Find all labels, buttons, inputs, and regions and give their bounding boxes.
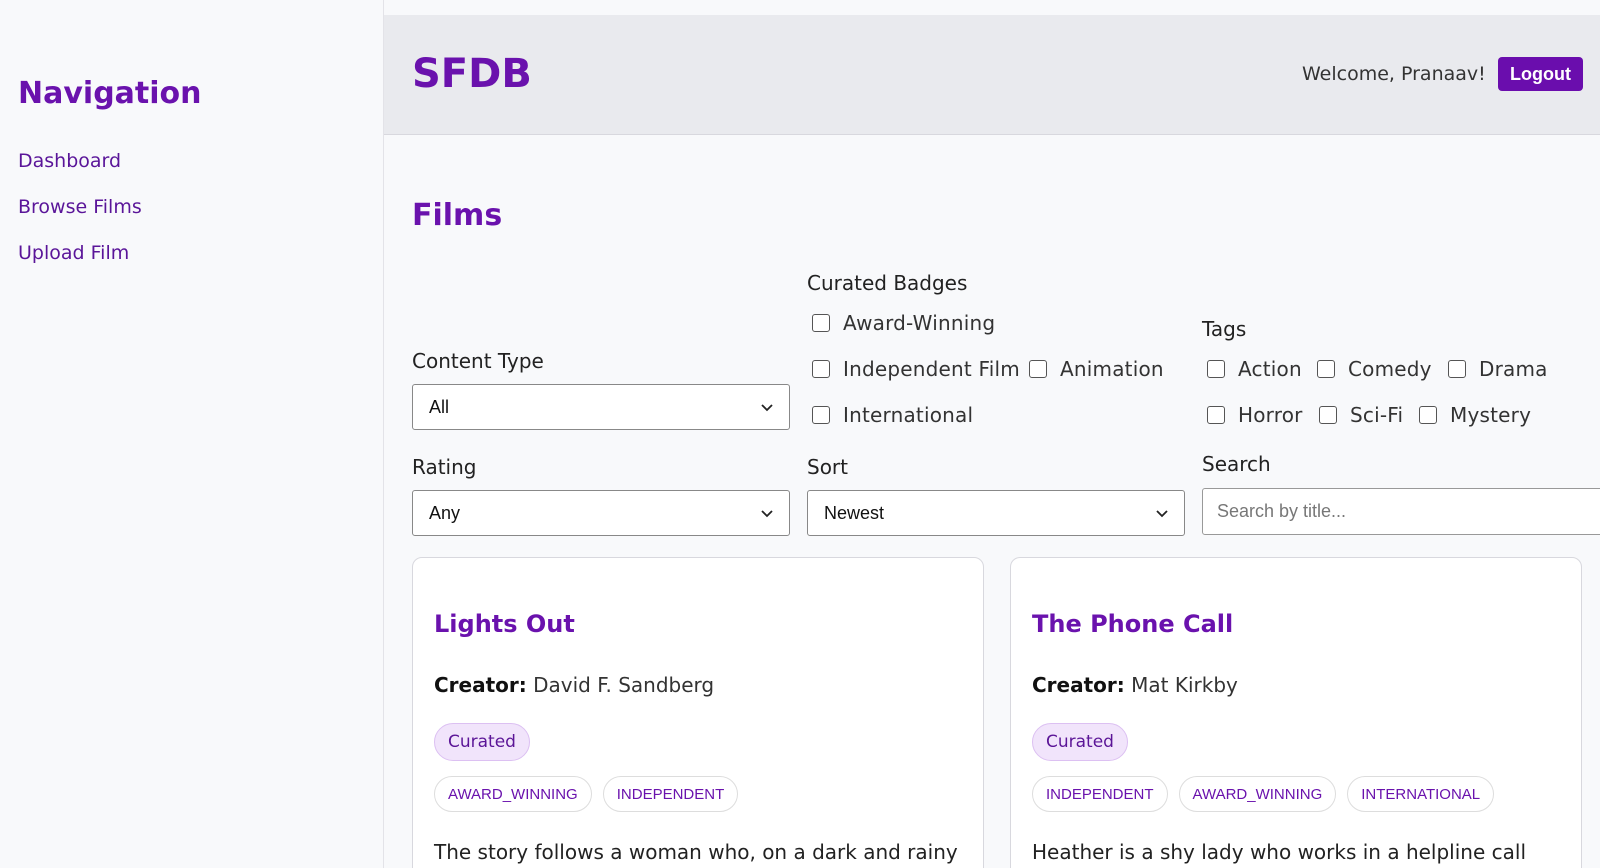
checkbox-box[interactable] xyxy=(1319,406,1337,424)
sidebar-item-dashboard[interactable]: Dashboard xyxy=(18,150,121,172)
film-title[interactable]: Lights Out xyxy=(434,610,575,638)
checkbox-box[interactable] xyxy=(1419,406,1437,424)
brand-logo[interactable]: SFDB xyxy=(412,51,532,97)
checkbox-label: Sci-Fi xyxy=(1350,403,1404,427)
badge-international-checkbox[interactable]: International xyxy=(812,403,973,427)
checkbox-box[interactable] xyxy=(1317,360,1335,378)
checkbox-box[interactable] xyxy=(1207,360,1225,378)
checkbox-label: Independent Film xyxy=(843,357,1020,381)
film-tag: INTERNATIONAL xyxy=(1347,776,1495,812)
curated-badge: Curated xyxy=(1032,723,1128,761)
checkbox-box[interactable] xyxy=(1448,360,1466,378)
film-title[interactable]: The Phone Call xyxy=(1032,610,1233,638)
checkbox-label: Animation xyxy=(1060,357,1164,381)
tag-mystery-checkbox[interactable]: Mystery xyxy=(1419,403,1531,427)
chevron-down-icon xyxy=(761,404,773,412)
film-creator: Creator: David F. Sandberg xyxy=(434,673,714,697)
curated-badge: Curated xyxy=(434,723,530,761)
rating-label: Rating xyxy=(412,455,477,479)
search-placeholder: Search by title... xyxy=(1217,501,1347,521)
checkbox-label: Action xyxy=(1238,357,1302,381)
chevron-down-icon xyxy=(761,510,773,518)
creator-label: Creator: xyxy=(1032,673,1125,697)
checkbox-box[interactable] xyxy=(812,314,830,332)
chevron-down-icon xyxy=(1156,510,1168,518)
checkbox-box[interactable] xyxy=(1207,406,1225,424)
checkbox-label: Drama xyxy=(1479,357,1548,381)
welcome-text: Welcome, Pranaav! xyxy=(1302,63,1486,85)
film-description: Heather is a shy lady who works in a hel… xyxy=(1032,840,1526,864)
tag-drama-checkbox[interactable]: Drama xyxy=(1448,357,1548,381)
film-tag: INDEPENDENT xyxy=(602,776,739,812)
top-header: SFDB Welcome, Pranaav! Logout xyxy=(384,15,1600,135)
tag-comedy-checkbox[interactable]: Comedy xyxy=(1317,357,1432,381)
checkbox-box[interactable] xyxy=(812,360,830,378)
film-card[interactable]: Lights Out Creator: David F. Sandberg Cu… xyxy=(412,557,984,868)
badge-independent-film-checkbox[interactable]: Independent Film xyxy=(812,357,1020,381)
curated-badges-label: Curated Badges xyxy=(807,271,968,295)
sidebar-item-browse-films[interactable]: Browse Films xyxy=(18,196,142,218)
sidebar: Navigation Dashboard Browse Films Upload… xyxy=(0,0,384,868)
tag-horror-checkbox[interactable]: Horror xyxy=(1207,403,1303,427)
checkbox-label: Mystery xyxy=(1450,403,1532,427)
sort-select[interactable]: Newest xyxy=(807,490,1185,536)
badge-award-winning-checkbox[interactable]: Award-Winning xyxy=(812,311,995,335)
content-type-select[interactable]: All xyxy=(412,384,790,430)
tag-action-checkbox[interactable]: Action xyxy=(1207,357,1302,381)
sidebar-title: Navigation xyxy=(18,76,202,111)
badge-animation-checkbox[interactable]: Animation xyxy=(1029,357,1164,381)
creator-name: David F. Sandberg xyxy=(533,673,715,697)
sort-label: Sort xyxy=(807,455,848,479)
checkbox-label: Award-Winning xyxy=(843,311,996,335)
creator-name: Mat Kirkby xyxy=(1131,673,1238,697)
film-card[interactable]: The Phone Call Creator: Mat Kirkby Curat… xyxy=(1010,557,1582,868)
sidebar-item-upload-film[interactable]: Upload Film xyxy=(18,242,129,264)
checkbox-label: International xyxy=(843,403,974,427)
sort-value: Newest xyxy=(824,502,885,523)
content-type-label: Content Type xyxy=(412,349,544,373)
logout-button[interactable]: Logout xyxy=(1498,57,1583,91)
checkbox-label: Horror xyxy=(1238,403,1303,427)
checkbox-label: Comedy xyxy=(1348,357,1432,381)
tags-label: Tags xyxy=(1202,317,1247,341)
checkbox-box[interactable] xyxy=(1029,360,1047,378)
film-tags: AWARD_WINNING INDEPENDENT xyxy=(434,776,739,812)
tag-sci-fi-checkbox[interactable]: Sci-Fi xyxy=(1319,403,1403,427)
film-tag: AWARD_WINNING xyxy=(1178,776,1337,812)
film-tag: AWARD_WINNING xyxy=(434,776,592,812)
film-tag: INDEPENDENT xyxy=(1032,776,1168,812)
film-tags: INDEPENDENT AWARD_WINNING INTERNATIONAL xyxy=(1032,776,1495,812)
rating-value: Any xyxy=(429,502,461,523)
checkbox-box[interactable] xyxy=(812,406,830,424)
page-title: Films xyxy=(412,198,503,233)
search-input[interactable]: Search by title... xyxy=(1202,488,1600,535)
rating-select[interactable]: Any xyxy=(412,490,790,536)
film-creator: Creator: Mat Kirkby xyxy=(1032,673,1238,697)
film-description: The story follows a woman who, on a dark… xyxy=(434,840,958,864)
content-type-value: All xyxy=(429,396,450,417)
search-label: Search xyxy=(1202,452,1271,476)
creator-label: Creator: xyxy=(434,673,527,697)
